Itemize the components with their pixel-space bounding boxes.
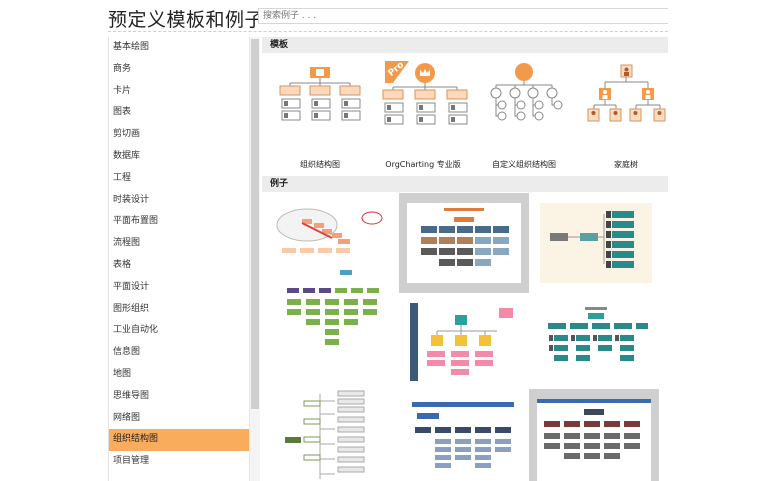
example-thumbnail[interactable] (529, 389, 659, 481)
example-thumbnail[interactable] (280, 389, 380, 481)
template-family-tree[interactable]: 家庭树 (578, 59, 668, 179)
search-input[interactable] (258, 8, 668, 24)
example-preview (548, 307, 648, 361)
sidebar-item-database[interactable]: 数据库 (109, 146, 249, 168)
template-label: OrgCharting 专业版 (385, 160, 461, 169)
template-label: 自定义组织结构图 (492, 160, 556, 169)
category-sidebar: 基本绘图 商务 卡片 图表 剪切画 数据库 工程 时装设计 平面布置图 流程图 … (108, 37, 249, 481)
sidebar-item-mindmap[interactable]: 思维导图 (109, 386, 249, 408)
sidebar-item-map[interactable]: 地图 (109, 364, 249, 386)
sidebar-item-business[interactable]: 商务 (109, 59, 249, 81)
sidebar-item-basic[interactable]: 基本绘图 (109, 37, 249, 59)
example-preview (537, 399, 651, 481)
sidebar-item-project[interactable]: 项目管理 (109, 451, 249, 473)
example-preview (410, 303, 513, 381)
template-org-chart[interactable]: 组织结构图 (272, 59, 368, 179)
examples-heading: 例子 (262, 176, 668, 192)
family-tree-icon (587, 64, 666, 122)
sidebar-item-charts[interactable]: 图表 (109, 102, 249, 124)
template-panel: 模板 组织结构图 Pro OrgCharting 专业版 自定义组织结构图 家庭… (262, 37, 668, 481)
template-label: 组织结构图 (300, 160, 340, 169)
sidebar-item-org-chart[interactable]: 组织结构图 (109, 429, 249, 452)
sidebar-item-engineering[interactable]: 工程 (109, 168, 249, 190)
example-preview (407, 203, 521, 283)
sidebar-item-network[interactable]: 网络图 (109, 408, 249, 430)
sidebar-item-infographic[interactable]: 信息图 (109, 342, 249, 364)
example-thumbnail[interactable] (540, 203, 652, 283)
sidebar-item-table[interactable]: 表格 (109, 255, 249, 277)
example-thumbnail[interactable] (407, 303, 519, 383)
sidebar-item-floorplan[interactable]: 平面布置图 (109, 211, 249, 233)
sidebar-item-clipart[interactable]: 剪切画 (109, 124, 249, 146)
example-thumbnail[interactable] (540, 303, 652, 383)
example-thumbnail[interactable] (272, 203, 387, 353)
scrollbar-thumb[interactable] (251, 39, 259, 409)
template-custom-org-chart[interactable]: 自定义组织结构图 (476, 59, 572, 179)
template-label: 家庭树 (614, 160, 638, 169)
sidebar-item-cards[interactable]: 卡片 (109, 81, 249, 103)
sidebar-item-fashion[interactable]: 时装设计 (109, 190, 249, 212)
header-divider (108, 31, 668, 32)
example-thumbnail[interactable] (399, 193, 529, 293)
sidebar-item-flowchart[interactable]: 流程图 (109, 233, 249, 255)
example-thumbnail[interactable] (407, 397, 519, 481)
example-preview (285, 390, 365, 479)
page-title: 预定义模板和例子 (108, 9, 265, 31)
example-preview (540, 203, 652, 283)
sidebar-item-industrial[interactable]: 工业自动化 (109, 320, 249, 342)
sidebar-scrollbar[interactable] (249, 37, 260, 481)
templates-heading: 模板 (262, 37, 668, 53)
orgcharting-pro-icon: Pro (382, 61, 468, 125)
org-chart-icon (279, 67, 361, 121)
template-orgcharting-pro[interactable]: Pro OrgCharting 专业版 (375, 59, 471, 179)
example-preview (276, 208, 383, 345)
sidebar-item-graphic-organizer[interactable]: 图形组织 (109, 299, 249, 321)
example-preview (412, 402, 514, 468)
custom-org-chart-icon (490, 63, 563, 121)
sidebar-item-graphic-design[interactable]: 平面设计 (109, 277, 249, 299)
